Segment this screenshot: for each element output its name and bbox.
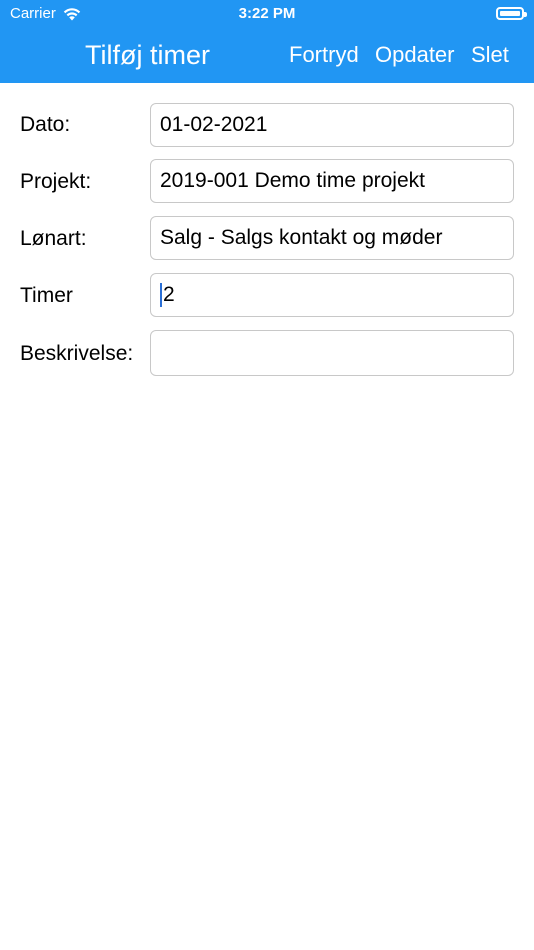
battery-icon bbox=[496, 7, 527, 20]
wage-type-label: Lønart: bbox=[20, 227, 87, 250]
status-bar: Carrier 3:22 PM bbox=[0, 0, 534, 28]
description-field[interactable] bbox=[150, 330, 514, 376]
description-label: Beskrivelse: bbox=[20, 342, 134, 365]
date-label: Dato: bbox=[20, 113, 71, 136]
wage-type-row: Lønart: Salg - Salgs kontakt og møder bbox=[0, 215, 534, 263]
date-field[interactable]: 01-02-2021 bbox=[150, 103, 514, 147]
update-button[interactable]: Opdater bbox=[375, 40, 455, 70]
project-label: Projekt: bbox=[20, 170, 92, 193]
project-field[interactable]: 2019-001 Demo time projekt bbox=[150, 159, 514, 203]
text-cursor bbox=[160, 283, 162, 308]
delete-button[interactable]: Slet bbox=[471, 40, 509, 70]
hours-row: Timer 2 bbox=[0, 272, 534, 320]
page-title: Tilføj timer bbox=[85, 40, 210, 70]
navigation-bar: Carrier 3:22 PM Tilføj timer Fortryd Opd… bbox=[0, 0, 534, 83]
date-row: Dato: 01-02-2021 bbox=[0, 101, 534, 149]
wage-type-field[interactable]: Salg - Salgs kontakt og møder bbox=[150, 216, 514, 260]
hours-label: Timer bbox=[20, 284, 73, 307]
status-time: 3:22 PM bbox=[238, 5, 296, 22]
hours-value: 2 bbox=[163, 283, 175, 306]
hours-field[interactable]: 2 bbox=[150, 273, 514, 317]
description-row: Beskrivelse: bbox=[0, 329, 534, 377]
cancel-button[interactable]: Fortryd bbox=[289, 40, 359, 70]
project-row: Projekt: 2019-001 Demo time projekt bbox=[0, 158, 534, 206]
